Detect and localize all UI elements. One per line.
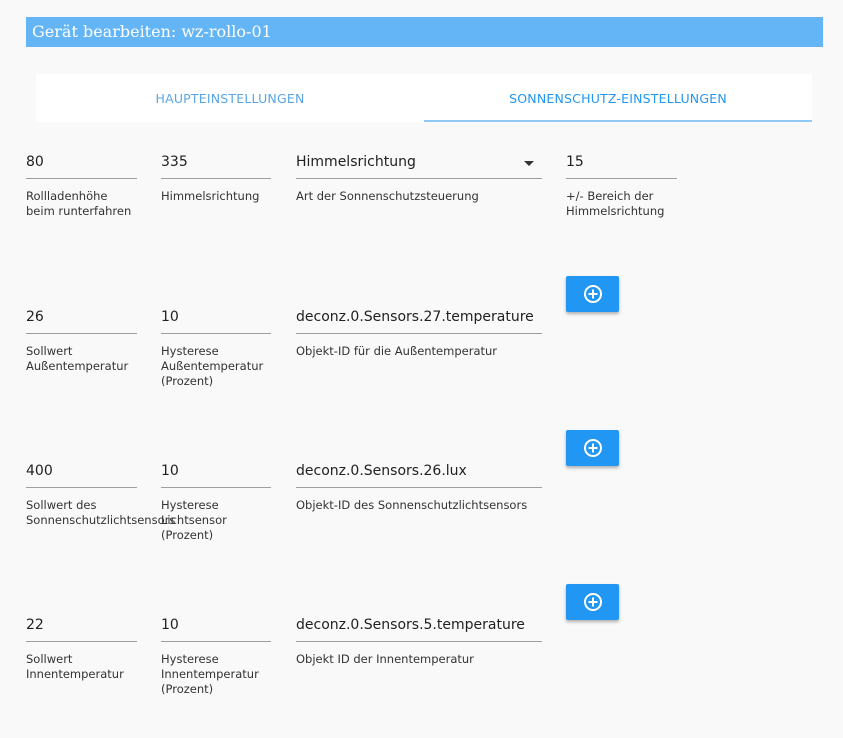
range-label: +/- Bereich der Himmelsrichtung <box>566 189 665 218</box>
inside-hysteresis-field: 10 Hysterese Innentemperatur (Prozent) <box>161 613 271 697</box>
light-hysteresis-label: Hysterese Lichtsensor (Prozent) <box>161 498 227 542</box>
direction-field: 335 Himmelsrichtung <box>161 150 271 204</box>
control-type-label: Art der Sonnenschutzsteuerung <box>296 189 479 203</box>
range-input[interactable]: 15 <box>566 150 677 179</box>
outside-object-id-field: deconz.0.Sensors.27.temperature Objekt-I… <box>296 305 542 359</box>
outside-setpoint-input[interactable]: 26 <box>26 305 137 334</box>
outside-hysteresis-input[interactable]: 10 <box>161 305 271 334</box>
add-circle-icon <box>583 439 602 457</box>
inside-setpoint-input[interactable]: 22 <box>26 613 137 642</box>
light-setpoint-field: 400 Sollwert des Sonnenschutzlichtsensor… <box>26 459 176 528</box>
light-setpoint-label: Sollwert des Sonnenschutzlichtsensors <box>26 498 176 527</box>
height-label: Rollladenhöhe beim runterfahren <box>26 189 132 218</box>
inside-setpoint-label: Sollwert Innentemperatur <box>26 652 124 681</box>
control-type-field: Himmelsrichtung Art der Sonnenschutzsteu… <box>296 150 542 204</box>
add-light-sensor-button[interactable] <box>566 430 619 466</box>
control-type-selected: Himmelsrichtung <box>296 154 416 170</box>
inside-hysteresis-input[interactable]: 10 <box>161 613 271 642</box>
dropdown-arrow-icon[interactable] <box>524 161 534 166</box>
outside-hysteresis-label: Hysterese Außentemperatur (Prozent) <box>161 344 264 388</box>
range-field: 15 +/- Bereich der Himmelsrichtung <box>566 150 677 219</box>
light-object-id-input[interactable]: deconz.0.Sensors.26.lux <box>296 459 542 488</box>
direction-label: Himmelsrichtung <box>161 189 260 203</box>
add-outside-temp-button[interactable] <box>566 276 619 312</box>
direction-input[interactable]: 335 <box>161 150 271 179</box>
inside-hysteresis-label: Hysterese Innentemperatur (Prozent) <box>161 652 259 696</box>
outside-setpoint-label: Sollwert Außentemperatur <box>26 344 129 373</box>
light-object-id-label: Objekt-ID des Sonnenschutzlichtsensors <box>296 498 528 512</box>
outside-object-id-input[interactable]: deconz.0.Sensors.27.temperature <box>296 305 542 334</box>
height-input[interactable]: 80 <box>26 150 137 179</box>
dialog-title: Gerät bearbeiten: wz-rollo-01 <box>26 17 823 47</box>
light-object-id-field: deconz.0.Sensors.26.lux Objekt-ID des So… <box>296 459 542 513</box>
tab-main-settings[interactable]: HAUPTEINSTELLUNGEN <box>36 74 424 122</box>
outside-setpoint-field: 26 Sollwert Außentemperatur <box>26 305 137 374</box>
height-field: 80 Rollladenhöhe beim runterfahren <box>26 150 137 219</box>
light-hysteresis-field: 10 Hysterese Lichtsensor (Prozent) <box>161 459 271 543</box>
light-setpoint-input[interactable]: 400 <box>26 459 137 488</box>
inside-object-id-field: deconz.0.Sensors.5.temperature Objekt ID… <box>296 613 542 667</box>
add-inside-temp-button[interactable] <box>566 584 619 620</box>
outside-hysteresis-field: 10 Hysterese Außentemperatur (Prozent) <box>161 305 271 389</box>
tab-sunshade-settings[interactable]: SONNENSCHUTZ-EINSTELLUNGEN <box>424 74 812 122</box>
inside-object-id-input[interactable]: deconz.0.Sensors.5.temperature <box>296 613 542 642</box>
inside-object-id-label: Objekt ID der Innentemperatur <box>296 652 474 666</box>
tab-bar: HAUPTEINSTELLUNGEN SONNENSCHUTZ-EINSTELL… <box>36 74 812 122</box>
outside-object-id-label: Objekt-ID für die Außentemperatur <box>296 344 498 358</box>
add-circle-icon <box>583 285 602 303</box>
control-type-select[interactable]: Himmelsrichtung <box>296 150 542 179</box>
inside-setpoint-field: 22 Sollwert Innentemperatur <box>26 613 137 682</box>
add-circle-icon <box>583 593 602 611</box>
light-hysteresis-input[interactable]: 10 <box>161 459 271 488</box>
